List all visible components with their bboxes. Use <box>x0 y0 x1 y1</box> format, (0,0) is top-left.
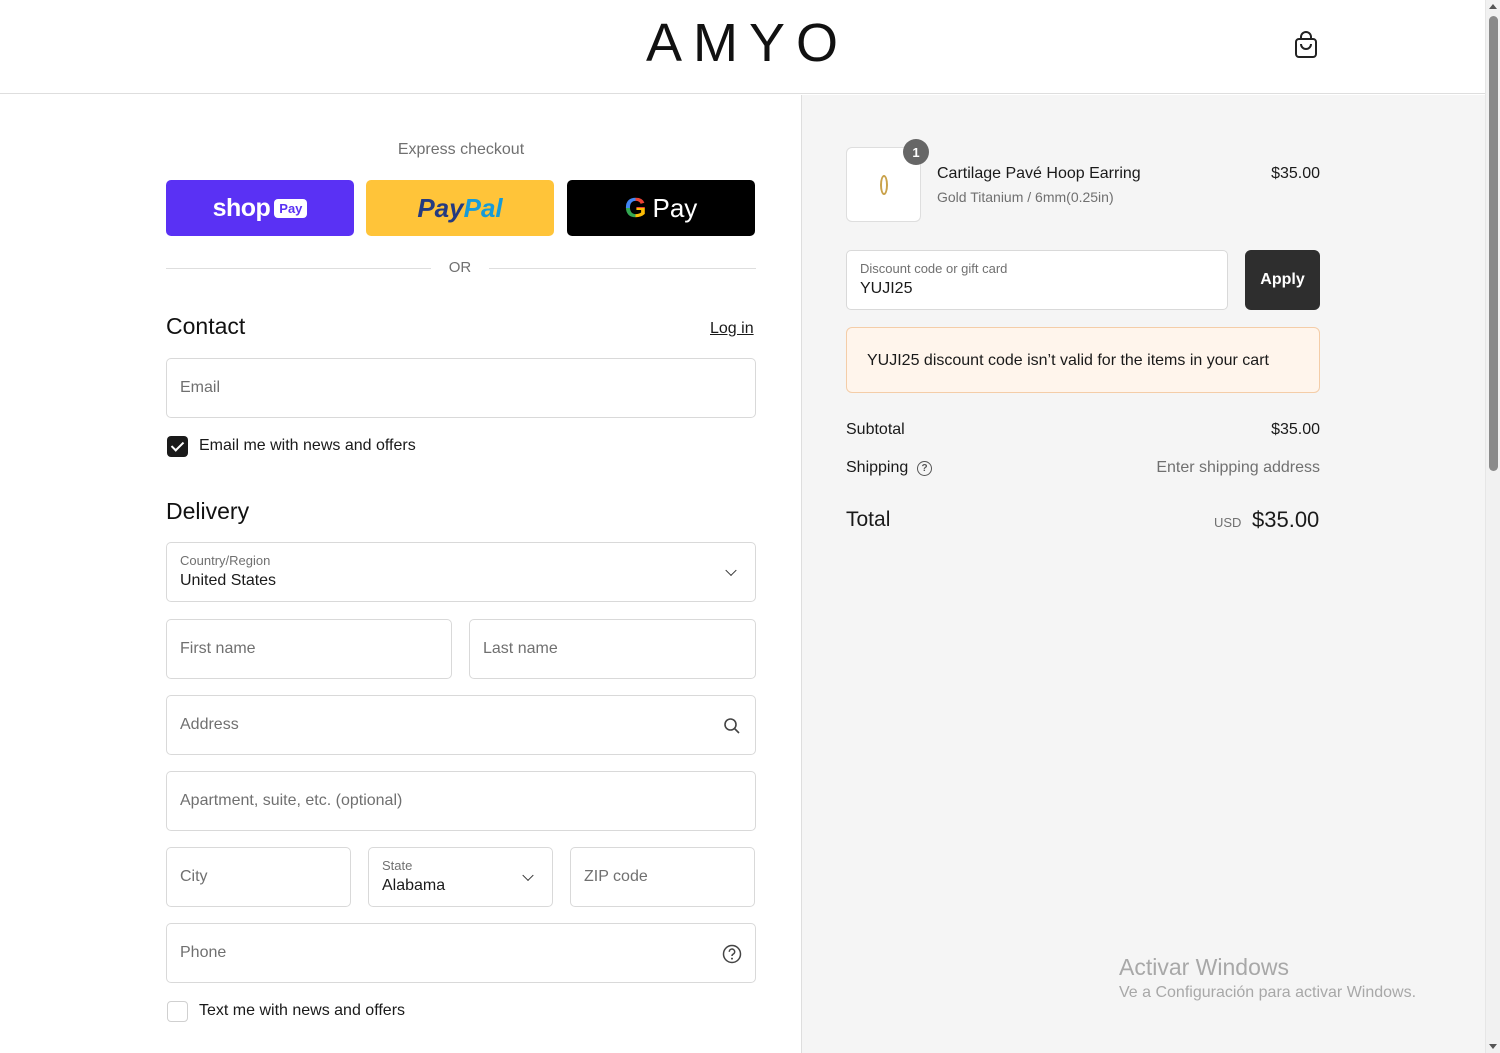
paypal-wordmark: PayPal <box>417 192 503 223</box>
zip-field[interactable]: ZIP code <box>570 847 755 907</box>
help-circle-icon[interactable] <box>722 944 742 964</box>
last-name-field[interactable]: Last name <box>469 619 756 679</box>
hoop-earring-image <box>880 175 888 195</box>
address-field[interactable]: Address <box>166 695 756 755</box>
discount-label: Discount code or gift card <box>860 261 1008 276</box>
phone-field[interactable]: Phone <box>166 923 756 983</box>
order-summary-panel <box>801 95 1485 1053</box>
zip-placeholder: ZIP code <box>584 868 648 885</box>
store-logo[interactable]: AMYO <box>0 12 1485 74</box>
city-placeholder: City <box>180 868 208 885</box>
email-news-label: Email me with news and offers <box>199 437 416 454</box>
sms-news-checkbox[interactable] <box>167 1001 188 1022</box>
total-value: $35.00 <box>1252 507 1320 532</box>
shop-pay-wordmark: shop <box>212 193 271 222</box>
discount-error-banner: YUJI25 discount code isn’t valid for the… <box>846 327 1320 393</box>
paypal-button[interactable]: PayPal <box>366 180 554 236</box>
state-label: State <box>382 858 413 873</box>
scroll-down-arrow-icon[interactable] <box>1489 1044 1497 1049</box>
google-g-icon: G <box>624 192 647 223</box>
apartment-field[interactable]: Apartment, suite, etc. (optional) <box>166 771 756 831</box>
shop-pay-button[interactable]: shop Pay <box>166 180 354 236</box>
subtotal-value: $35.00 <box>1271 421 1320 438</box>
product-variant: Gold Titanium / 6mm(0.25in) <box>937 189 1114 205</box>
divider-right <box>489 268 756 269</box>
last-name-placeholder: Last name <box>483 640 558 657</box>
email-field[interactable]: Email <box>166 358 756 418</box>
state-value: Alabama <box>382 877 446 894</box>
country-label: Country/Region <box>180 553 271 568</box>
country-select[interactable]: Country/Region United States <box>166 542 756 602</box>
product-name: Cartilage Pavé Hoop Earring <box>937 165 1141 182</box>
shop-pay-badge: Pay <box>274 198 308 218</box>
apply-discount-button[interactable]: Apply <box>1245 250 1320 310</box>
windows-activation-title: Activar Windows <box>1119 954 1289 980</box>
state-select[interactable]: State Alabama <box>368 847 553 907</box>
discount-value: YUJI25 <box>860 280 913 297</box>
product-price: $35.00 <box>1271 165 1320 182</box>
address-placeholder: Address <box>180 716 239 733</box>
subtotal-label: Subtotal <box>846 421 905 438</box>
scroll-up-arrow-icon[interactable] <box>1489 4 1497 9</box>
apartment-placeholder: Apartment, suite, etc. (optional) <box>180 792 403 809</box>
search-icon <box>724 718 740 734</box>
divider-left <box>166 268 431 269</box>
chevron-down-icon <box>522 869 534 882</box>
google-pay-wordmark: G Pay <box>624 192 698 223</box>
scrollbar-thumb[interactable] <box>1489 16 1498 471</box>
currency-code: USD <box>1214 515 1242 530</box>
shipping-label: Shipping <box>846 459 909 476</box>
contact-heading: Contact <box>166 313 246 339</box>
email-news-checkbox[interactable] <box>167 436 188 457</box>
chevron-down-icon <box>725 564 737 577</box>
quantity-badge: 1 <box>903 139 929 165</box>
first-name-placeholder: First name <box>180 640 256 657</box>
page-scrollbar[interactable] <box>1485 0 1500 1053</box>
discount-error-text: YUJI25 discount code isn’t valid for the… <box>867 352 1269 369</box>
sms-news-label: Text me with news and offers <box>199 1002 406 1019</box>
express-checkout-title: Express checkout <box>397 141 525 158</box>
or-divider-text: OR <box>448 259 472 276</box>
site-header: AMYO <box>0 0 1485 94</box>
google-pay-button[interactable]: G Pay <box>567 180 755 236</box>
windows-activation-subtitle: Ve a Configuración para activar Windows. <box>1119 984 1417 1001</box>
email-placeholder: Email <box>180 379 221 396</box>
first-name-field[interactable]: First name <box>166 619 452 679</box>
delivery-heading: Delivery <box>166 498 250 524</box>
login-link[interactable]: Log in <box>710 320 754 338</box>
discount-code-field[interactable]: Discount code or gift card YUJI25 <box>846 250 1228 310</box>
city-field[interactable]: City <box>166 847 351 907</box>
country-value: United States <box>180 572 277 589</box>
shipping-value: Enter shipping address <box>1156 459 1320 476</box>
shipping-help-icon[interactable]: ? <box>917 461 932 476</box>
total-label: Total <box>846 508 891 531</box>
shopping-bag-icon[interactable] <box>1293 31 1319 59</box>
phone-placeholder: Phone <box>180 944 227 961</box>
